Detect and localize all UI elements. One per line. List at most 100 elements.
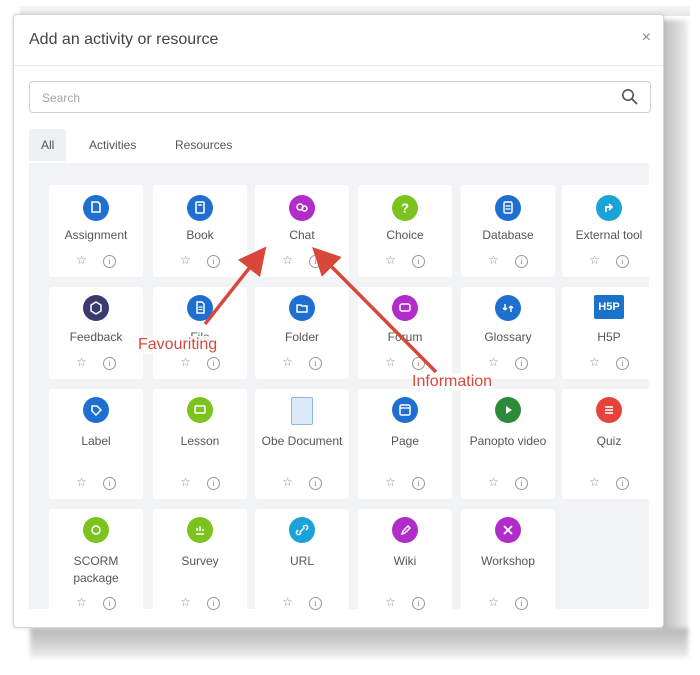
workshop-icon	[495, 517, 521, 543]
star-icon[interactable]: ☆	[488, 595, 499, 609]
star-icon[interactable]: ☆	[589, 355, 600, 369]
tile-actions: ☆ i	[461, 475, 555, 490]
tile-actions: ☆ i	[49, 475, 143, 490]
star-icon[interactable]: ☆	[180, 475, 191, 489]
activity-label: Lesson	[180, 434, 220, 448]
tile-actions: ☆ i	[153, 595, 247, 610]
info-icon[interactable]: i	[411, 357, 425, 370]
tile-actions: ☆ i	[255, 355, 349, 370]
star-icon[interactable]: ☆	[385, 253, 396, 267]
star-icon[interactable]: ☆	[76, 355, 87, 369]
close-button[interactable]: ×	[642, 29, 651, 47]
star-icon[interactable]: ☆	[385, 595, 396, 609]
activity-tile-external-tool[interactable]: External tool ☆ i	[562, 185, 656, 277]
activity-tile-choice[interactable]: ? Choice ☆ i	[358, 185, 452, 277]
activity-tile-database[interactable]: Database ☆ i	[461, 185, 555, 277]
info-icon[interactable]: i	[514, 597, 528, 610]
tile-actions: ☆ i	[49, 355, 143, 370]
info-icon[interactable]: i	[308, 477, 322, 490]
activity-tile-label[interactable]: Label ☆ i	[49, 389, 143, 499]
star-icon[interactable]: ☆	[76, 475, 87, 489]
star-icon[interactable]: ☆	[385, 355, 396, 369]
star-icon[interactable]: ☆	[282, 253, 293, 267]
info-icon[interactable]: i	[206, 255, 220, 268]
activity-label: Label	[81, 434, 111, 448]
activity-tile-glossary[interactable]: Glossary ☆ i	[461, 287, 555, 379]
tile-actions: ☆ i	[358, 475, 452, 490]
info-icon[interactable]: i	[206, 477, 220, 490]
info-icon[interactable]: i	[308, 357, 322, 370]
activity-label: Book	[186, 228, 214, 242]
star-icon[interactable]: ☆	[589, 253, 600, 267]
star-icon[interactable]: ☆	[180, 595, 191, 609]
activity-tile-quiz[interactable]: Quiz ☆ i	[562, 389, 656, 499]
search-input[interactable]	[40, 88, 604, 108]
search-icon[interactable]	[621, 88, 638, 110]
activity-tile-forum[interactable]: Forum ☆ i	[358, 287, 452, 379]
activity-tile-file[interactable]: File☆i	[153, 287, 247, 379]
feedback-icon	[83, 295, 109, 321]
survey-icon	[187, 517, 213, 543]
activity-label: Survey	[181, 554, 219, 568]
glossary-icon	[495, 295, 521, 321]
star-icon[interactable]: ☆	[488, 253, 499, 267]
activity-tile-h5p[interactable]: H5P H5P ☆ i	[562, 287, 656, 379]
modal-title: Add an activity or resource	[29, 31, 219, 48]
star-icon[interactable]: ☆	[282, 355, 293, 369]
info-icon[interactable]: i	[308, 255, 322, 268]
info-icon[interactable]: i	[102, 357, 116, 370]
info-icon[interactable]: i	[102, 477, 116, 490]
activity-tile-obe-document[interactable]: Obe Document ☆ i	[255, 389, 349, 499]
tab-resources[interactable]: Resources	[163, 129, 244, 161]
info-icon[interactable]: i	[102, 597, 116, 610]
tab-all[interactable]: All	[29, 129, 67, 161]
info-icon[interactable]: i	[411, 597, 425, 610]
activity-tile-url[interactable]: URL ☆ i	[255, 509, 349, 619]
info-icon[interactable]: i	[514, 255, 528, 268]
search-box	[29, 81, 651, 113]
tile-actions: ☆ i	[255, 595, 349, 610]
activity-label: URL	[289, 554, 314, 568]
activity-tile-page[interactable]: Page ☆ i	[358, 389, 452, 499]
activity-label: Obe Document	[261, 434, 343, 448]
activity-tile-lesson[interactable]: Lesson ☆ i	[153, 389, 247, 499]
tile-actions: ☆ i	[358, 595, 452, 610]
activity-tile-feedback[interactable]: Feedback ☆ i	[49, 287, 143, 379]
h5p-icon: H5P	[594, 295, 624, 319]
info-icon[interactable]: i	[514, 477, 528, 490]
activity-tile-folder[interactable]: Folder ☆ i	[255, 287, 349, 379]
activity-tile-scorm-package[interactable]: SCORM package ☆ i	[49, 509, 143, 619]
star-icon[interactable]: ☆	[488, 355, 499, 369]
star-icon[interactable]: ☆	[488, 475, 499, 489]
activity-tile-book[interactable]: Book ☆ i	[153, 185, 247, 277]
star-icon[interactable]: ☆	[282, 475, 293, 489]
activity-tile-workshop[interactable]: Workshop ☆ i	[461, 509, 555, 619]
activity-tile-panopto-video[interactable]: Panopto video ☆ i	[461, 389, 555, 499]
activity-tile-survey[interactable]: Survey ☆ i	[153, 509, 247, 619]
activity-label: Glossary	[484, 330, 532, 344]
star-icon[interactable]: ☆	[589, 475, 600, 489]
info-icon[interactable]: i	[411, 477, 425, 490]
star-icon[interactable]: ☆	[180, 355, 191, 369]
info-icon[interactable]: i	[411, 255, 425, 268]
star-icon[interactable]: ☆	[76, 595, 87, 609]
activity-tile-wiki[interactable]: Wiki ☆ i	[358, 509, 452, 619]
activity-tile-chat[interactable]: Chat ☆ i	[255, 185, 349, 277]
star-icon[interactable]: ☆	[180, 253, 191, 267]
info-icon[interactable]: i	[615, 255, 629, 268]
star-icon[interactable]: ☆	[76, 253, 87, 267]
tab-activities[interactable]: Activities	[77, 129, 148, 161]
info-icon[interactable]: i	[206, 597, 220, 610]
page-icon	[392, 397, 418, 423]
star-icon[interactable]: ☆	[385, 475, 396, 489]
activity-tile-assignment[interactable]: Assignment ☆ i	[49, 185, 143, 277]
info-icon[interactable]: i	[308, 597, 322, 610]
info-icon[interactable]: i	[615, 477, 629, 490]
activity-label: Workshop	[481, 554, 535, 568]
info-icon[interactable]: i	[615, 357, 629, 370]
info-icon[interactable]: i	[102, 255, 116, 268]
tile-actions: ☆ i	[461, 355, 555, 370]
info-icon[interactable]: i	[206, 357, 220, 370]
info-icon[interactable]: i	[514, 357, 528, 370]
star-icon[interactable]: ☆	[282, 595, 293, 609]
